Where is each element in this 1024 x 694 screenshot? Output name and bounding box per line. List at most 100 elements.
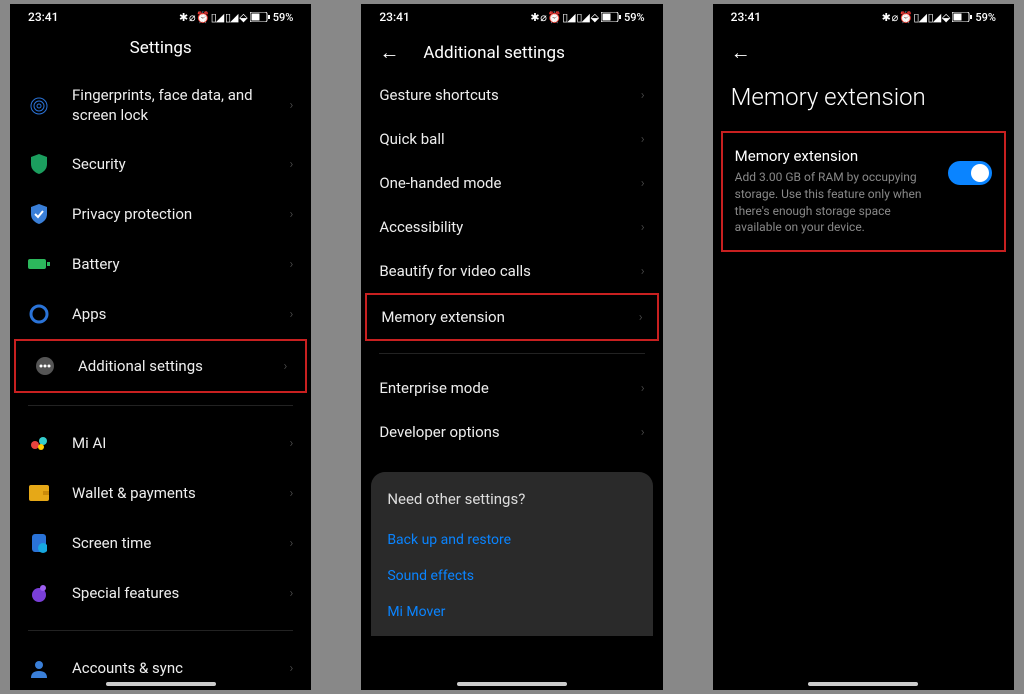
chevron-right-icon: › (289, 257, 293, 272)
link-mi-mover[interactable]: Mi Mover (387, 594, 636, 630)
status-bar: 23:41 ✱ ⌀ ⏰ ▯◢ ▯◢ ⬙ 59% (713, 4, 1014, 26)
item-label: Privacy protection (72, 205, 289, 223)
item-label: Security (72, 155, 289, 173)
item-memory-extension[interactable]: Memory extension › (365, 293, 658, 341)
panel-title: Need other settings? (387, 490, 636, 508)
item-beautify[interactable]: Beautify for video calls › (361, 249, 662, 293)
item-developer[interactable]: Developer options › (361, 410, 662, 454)
item-label: Fingerprints, face data, and screen lock (72, 86, 289, 125)
battery-icon (28, 253, 50, 275)
home-indicator[interactable] (808, 682, 918, 686)
item-label: Memory extension (381, 308, 638, 326)
settings-screen: 23:41 ✱ ⌀ ⏰ ▯◢ ▯◢ ⬙ 59% Settings Fingerp… (10, 4, 311, 690)
divider (28, 630, 293, 631)
home-indicator[interactable] (457, 682, 567, 686)
item-label: Additional settings (78, 357, 283, 375)
divider (28, 405, 293, 406)
back-button[interactable]: ← (731, 40, 751, 65)
item-special-features[interactable]: Special features › (10, 568, 311, 618)
page-title: Additional settings (423, 43, 565, 63)
status-time: 23:41 (731, 10, 761, 24)
additional-settings-screen: 23:41 ✱ ⌀ ⏰ ▯◢ ▯◢ ⬙ 59% ← Additional set… (361, 4, 662, 690)
shield-icon (28, 153, 50, 175)
chevron-right-icon: › (289, 661, 293, 676)
item-screen-time[interactable]: Screen time › (10, 518, 311, 568)
ai-icon (28, 432, 50, 454)
page-title: Settings (130, 38, 192, 58)
settings-list: Gesture shortcuts › Quick ball › One-han… (361, 73, 662, 454)
item-fingerprints[interactable]: Fingerprints, face data, and screen lock… (10, 72, 311, 139)
status-time: 23:41 (28, 10, 58, 24)
item-label: Special features (72, 584, 289, 602)
wallet-icon (28, 482, 50, 504)
chevron-right-icon: › (289, 436, 293, 451)
status-right: ✱ ⌀ ⏰ ▯◢ ▯◢ ⬙ 59% (179, 11, 293, 24)
status-icons: ✱ ⌀ ⏰ ▯◢ ▯◢ ⬙ (179, 11, 247, 24)
memory-extension-card: Memory extension Add 3.00 GB of RAM by o… (721, 131, 1006, 252)
chevron-right-icon: › (639, 310, 643, 325)
chevron-right-icon: › (289, 307, 293, 322)
header: ← Additional settings (361, 26, 662, 73)
item-label: Battery (72, 255, 289, 273)
item-apps[interactable]: Apps › (10, 289, 311, 339)
settings-list: Fingerprints, face data, and screen lock… (10, 72, 311, 690)
item-label: Mi AI (72, 434, 289, 452)
item-label: Screen time (72, 534, 289, 552)
chevron-right-icon: › (641, 176, 645, 191)
memory-extension-screen: 23:41 ✱ ⌀ ⏰ ▯◢ ▯◢ ⬙ 59% ← Memory extensi… (713, 4, 1014, 690)
chevron-right-icon: › (641, 425, 645, 440)
link-sound-effects[interactable]: Sound effects (387, 558, 636, 594)
status-bar: 23:41 ✱ ⌀ ⏰ ▯◢ ▯◢ ⬙ 59% (361, 4, 662, 26)
chevron-right-icon: › (641, 264, 645, 279)
battery-percent: 59% (624, 11, 645, 24)
other-settings-panel: Need other settings? Back up and restore… (371, 472, 652, 636)
item-label: Accessibility (379, 218, 640, 236)
item-quick-ball[interactable]: Quick ball › (361, 117, 662, 161)
page-title: Memory extension (713, 65, 1014, 131)
card-description: Add 3.00 GB of RAM by occupying storage.… (735, 169, 938, 236)
shield-check-icon (28, 203, 50, 225)
back-button[interactable]: ← (379, 40, 399, 65)
card-title: Memory extension (735, 147, 938, 165)
item-label: Accounts & sync (72, 659, 289, 677)
chevron-right-icon: › (641, 88, 645, 103)
header: ← (713, 26, 1014, 65)
item-gesture-shortcuts[interactable]: Gesture shortcuts › (361, 73, 662, 117)
item-security[interactable]: Security › (10, 139, 311, 189)
chevron-right-icon: › (289, 157, 293, 172)
chevron-right-icon: › (289, 536, 293, 551)
item-privacy[interactable]: Privacy protection › (10, 189, 311, 239)
item-one-handed[interactable]: One-handed mode › (361, 161, 662, 205)
item-label: Quick ball (379, 130, 640, 148)
chevron-right-icon: › (289, 486, 293, 501)
status-icons: ✱ ⌀ ⏰ ▯◢ ▯◢ ⬙ (882, 11, 950, 24)
battery-percent: 59% (273, 11, 294, 24)
link-backup[interactable]: Back up and restore (387, 522, 636, 558)
chevron-right-icon: › (641, 381, 645, 396)
item-label: One-handed mode (379, 174, 640, 192)
divider (379, 353, 644, 354)
chevron-right-icon: › (641, 220, 645, 235)
home-indicator[interactable] (106, 682, 216, 686)
item-accessibility[interactable]: Accessibility › (361, 205, 662, 249)
status-bar: 23:41 ✱ ⌀ ⏰ ▯◢ ▯◢ ⬙ 59% (10, 4, 311, 26)
battery-percent: 59% (975, 11, 996, 24)
chevron-right-icon: › (289, 586, 293, 601)
item-label: Developer options (379, 423, 640, 441)
item-mi-ai[interactable]: Mi AI › (10, 418, 311, 468)
item-label: Beautify for video calls (379, 262, 640, 280)
item-label: Enterprise mode (379, 379, 640, 397)
chevron-right-icon: › (289, 98, 293, 113)
item-battery[interactable]: Battery › (10, 239, 311, 289)
item-additional-settings[interactable]: Additional settings › (14, 339, 307, 393)
status-time: 23:41 (379, 10, 409, 24)
chevron-right-icon: › (289, 207, 293, 222)
memory-extension-toggle[interactable] (948, 161, 992, 185)
item-label: Gesture shortcuts (379, 86, 640, 104)
item-wallet[interactable]: Wallet & payments › (10, 468, 311, 518)
chevron-right-icon: › (641, 132, 645, 147)
item-label: Wallet & payments (72, 484, 289, 502)
hourglass-icon (28, 532, 50, 554)
item-enterprise[interactable]: Enterprise mode › (361, 366, 662, 410)
status-right: ✱ ⌀ ⏰ ▯◢ ▯◢ ⬙ 59% (530, 11, 644, 24)
